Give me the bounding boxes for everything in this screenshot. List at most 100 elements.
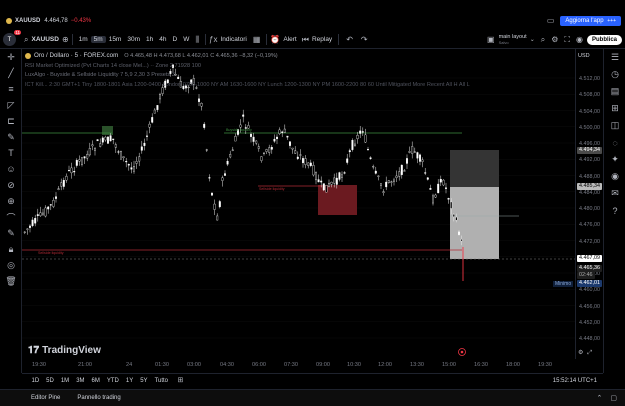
projection-icon[interactable]: ⊏ (0, 113, 22, 129)
chart-area[interactable]: Oro / Dollaro · 5 · FOREX.com O 4.465,48… (22, 49, 575, 359)
range-1m[interactable]: 1M (57, 378, 72, 384)
undo-icon[interactable]: ↶ (346, 35, 353, 44)
avatar[interactable]: T 11 (3, 30, 21, 46)
range-5d[interactable]: 5D (43, 378, 58, 384)
add-symbol-icon[interactable]: ⊕ (62, 35, 69, 44)
chart-legend-main[interactable]: Oro / Dollaro · 5 · FOREX.com O 4.465,48… (25, 52, 278, 59)
search-icon-right[interactable]: ⌕ (541, 35, 545, 44)
candle-body (23, 231, 26, 233)
time-label: 18:00 (506, 362, 520, 368)
ruler-icon[interactable]: ⊘ (0, 177, 22, 193)
indicator-killzones[interactable]: ICT Kill... 2:30 GMT+1 Tiny 1800-1801 As… (25, 82, 545, 88)
range-tutto[interactable]: Tutto (151, 378, 171, 384)
clock[interactable]: 15:52:14 UTC+1 (553, 378, 597, 384)
interval-15m[interactable]: 15m (106, 36, 125, 43)
time-label: 03:00 (187, 362, 201, 368)
indicator-luxalgo[interactable]: LuxAlgo - Buyside & Sellside Liquidity 7… (25, 72, 175, 78)
redo-icon[interactable]: ↷ (361, 35, 368, 44)
interval-4h[interactable]: 4h (156, 36, 169, 43)
chart-type-icon[interactable]: ⫼ (195, 35, 199, 44)
layout-selector[interactable]: main layout Salvo (499, 34, 527, 45)
candle-body (68, 169, 70, 172)
hotlist-icon[interactable]: ⊞ (604, 100, 625, 117)
streams-icon[interactable]: ◉ (604, 168, 625, 185)
candle-body (416, 152, 419, 159)
magnet-icon[interactable]: ⌒ (0, 209, 22, 225)
position-zone-lower (450, 187, 499, 259)
range-5y[interactable]: 5Y (137, 378, 151, 384)
publish-button[interactable]: Pubblica (586, 34, 622, 45)
expand-icon[interactable]: ⤢ (587, 350, 592, 356)
calendar-icon[interactable]: ◫ (604, 117, 625, 134)
price-label: 4.492,00 (579, 157, 600, 164)
fullscreen-icon[interactable]: ⛶ (564, 35, 570, 44)
interval-5m[interactable]: 5m (90, 36, 106, 43)
maximize-panel-icon[interactable]: ▢ (610, 395, 617, 402)
alerts-clock-icon[interactable]: ◷ (604, 66, 625, 83)
indicators-button[interactable]: Indicatori (217, 36, 249, 43)
range-3m[interactable]: 3M (73, 378, 88, 384)
currency-label[interactable]: USD (578, 53, 590, 59)
interval-1m[interactable]: 1m (76, 36, 91, 43)
candle-body (224, 173, 226, 176)
emoji-icon[interactable]: ☺ (0, 161, 22, 177)
candle-body (341, 174, 343, 178)
eye-icon[interactable]: ◎ (0, 257, 22, 273)
watchlist-icon[interactable]: ☰ (604, 49, 625, 66)
avatar-badge: 11 (14, 30, 21, 35)
price-axis[interactable]: USD 4.512,00 4.508,00 4.504,00 4.500,00 4.49… (575, 49, 603, 359)
candle-body (260, 156, 263, 161)
brush-icon[interactable]: ✎ (0, 129, 22, 145)
candle-body (406, 158, 408, 164)
price-chart[interactable] (22, 49, 575, 359)
screen-icon[interactable]: ▭ (547, 17, 555, 25)
range-ytd[interactable]: YTD (103, 378, 122, 384)
time-axis[interactable]: 19:30 21:00 24 01:30 03:00 04:30 06:00 07:30 09:… (22, 359, 575, 373)
candle-body (276, 136, 278, 140)
replay-icon[interactable]: ⏮ (302, 35, 309, 44)
candle-body (390, 181, 393, 183)
pattern-icon[interactable]: ◸ (0, 97, 22, 113)
price-label: 4.480,00 (579, 206, 600, 212)
zoom-in-icon[interactable]: ⊕ (0, 193, 22, 209)
candle-body (57, 188, 60, 190)
text-icon[interactable]: T (0, 145, 22, 161)
tab-trading-panel[interactable]: Pannello trading (77, 395, 120, 401)
indicators-icon[interactable]: ƒx (209, 35, 217, 44)
templates-icon[interactable]: ▦ (253, 35, 261, 44)
notifications-icon[interactable]: ✉ (604, 185, 625, 202)
range-1d[interactable]: 1D (28, 378, 43, 384)
chevron-up-icon[interactable]: ⌃ (597, 395, 603, 402)
range-6m[interactable]: 6M (88, 378, 103, 384)
chat-icon[interactable]: ◌ (604, 134, 625, 151)
range-1y[interactable]: 1Y (122, 378, 136, 384)
upgrade-label: Aggiorna l'app (565, 18, 604, 24)
toolbar-symbol[interactable]: XAUUSD (28, 36, 61, 43)
indicator-rsi[interactable]: RSI Market Optimized (Pvt Charts 14 clos… (25, 63, 201, 69)
interval-W[interactable]: W (180, 36, 192, 43)
interval-30m[interactable]: 30m (124, 36, 143, 43)
camera-icon[interactable]: ◉ (576, 35, 583, 44)
crosshair-icon[interactable]: ✛ (0, 49, 22, 65)
replay-button[interactable]: Replay (309, 36, 335, 43)
gear-icon[interactable]: ⚙ (551, 35, 558, 44)
data-window-icon[interactable]: ▤ (604, 83, 625, 100)
interval-1h[interactable]: 1h (143, 36, 156, 43)
trash-icon[interactable]: 🗑︎ (0, 273, 22, 289)
date-range-icon[interactable]: ⊞ (178, 377, 184, 384)
ideas-icon[interactable]: ✦ (604, 151, 625, 168)
tab-pine-editor[interactable]: Editor Pine (31, 395, 60, 401)
help-icon[interactable]: ? (604, 202, 625, 219)
gear-icon-small[interactable]: ⚙ (578, 350, 583, 356)
lock-icon[interactable]: 🔒︎ (0, 241, 22, 257)
candle-body (96, 139, 99, 142)
lock-drawing-icon[interactable]: ✎ (0, 225, 22, 241)
upgrade-button[interactable]: Aggiorna l'app +++ (560, 16, 621, 26)
layout-grid-icon[interactable]: ▣ (487, 35, 495, 44)
chevron-down-icon[interactable]: ⌄ (530, 37, 535, 43)
interval-D[interactable]: D (169, 36, 180, 43)
trendline-icon[interactable]: ╱ (0, 65, 22, 81)
alert-button[interactable]: Alert (280, 36, 299, 43)
alert-icon[interactable]: ⏰ (270, 35, 280, 44)
fib-icon[interactable]: ≡ (0, 81, 22, 97)
